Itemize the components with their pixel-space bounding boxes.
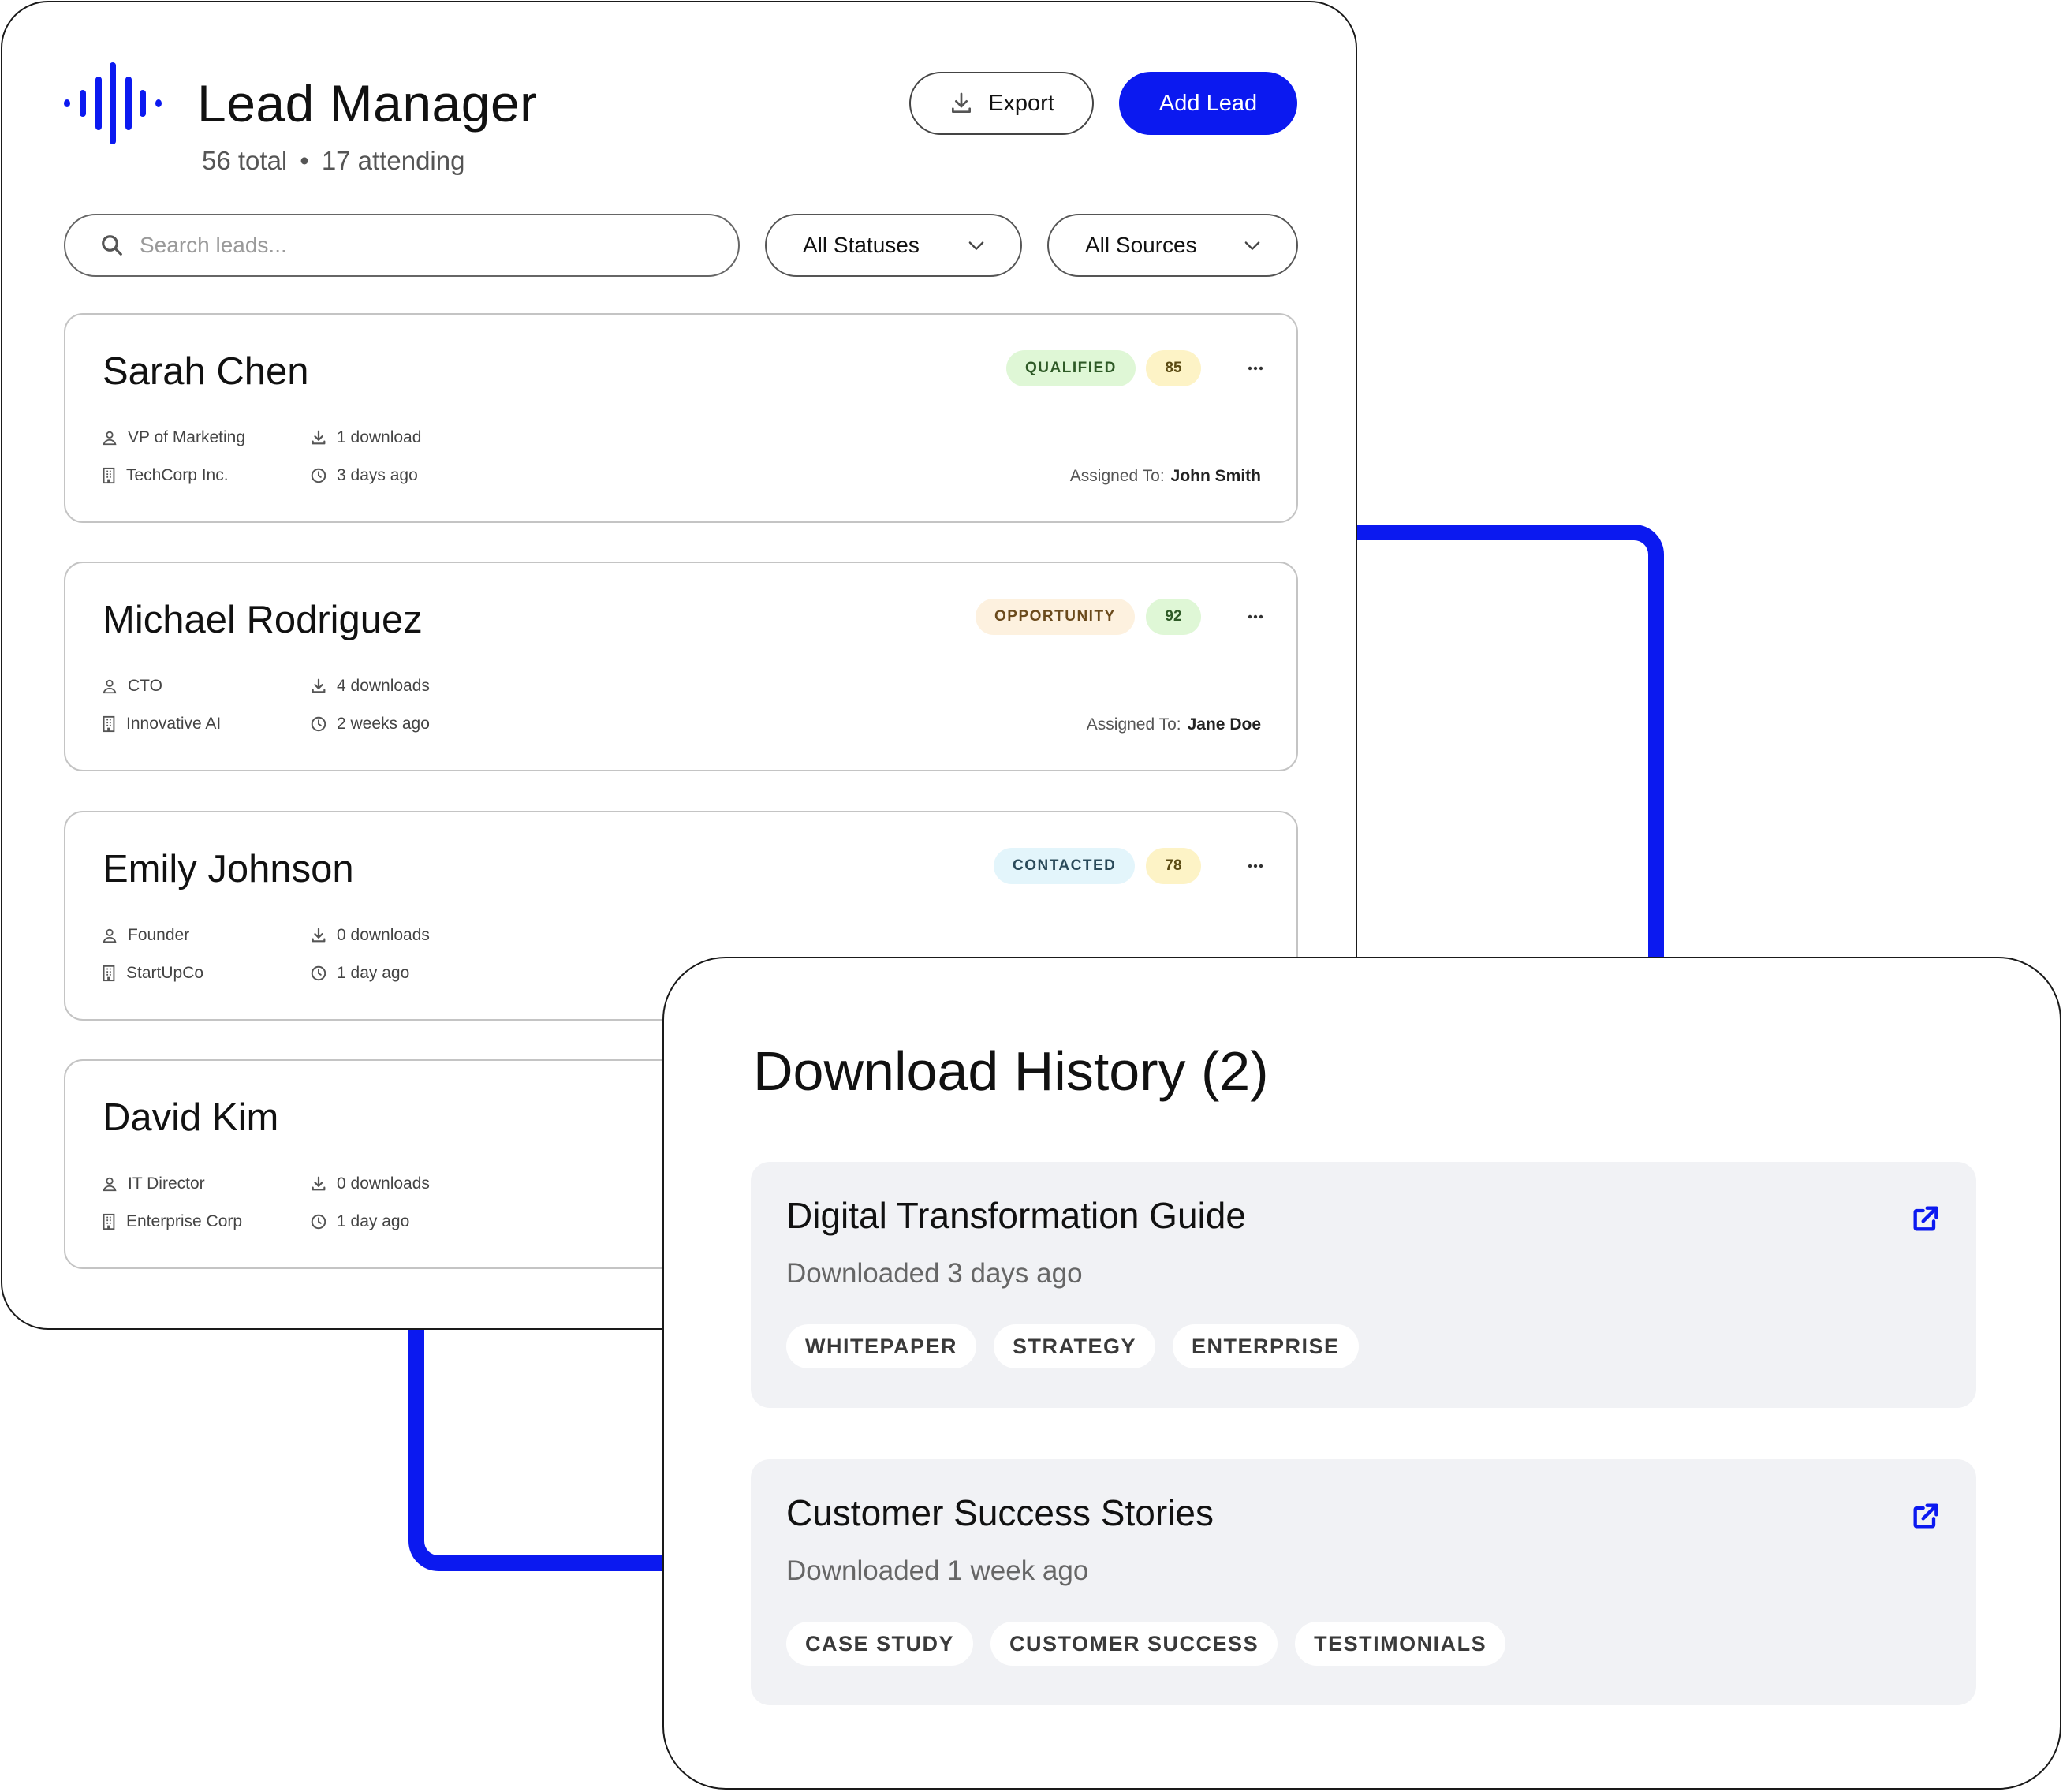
chevron-down-icon: [968, 241, 984, 250]
user-icon: [103, 431, 117, 446]
lead-company: StartUpCo: [101, 963, 203, 984]
download-icon: [312, 430, 326, 445]
separator: •: [300, 146, 309, 175]
lead-download-count: 4 downloads: [310, 676, 430, 696]
lead-name: Michael Rodriguez: [103, 599, 423, 641]
lead-card[interactable]: Sarah Chen QUALIFIED 85 VP of Marketing …: [64, 313, 1298, 523]
assigned-to: Assigned To: John Smith: [1069, 467, 1261, 485]
lead-last-activity: 1 day ago: [310, 963, 409, 984]
download-history-title: Download History (2): [753, 1040, 1269, 1102]
building-icon: [103, 467, 115, 484]
connector-line-right: [1345, 525, 1664, 1029]
lead-last-activity: 3 days ago: [310, 465, 418, 486]
lead-count-summary: 56 total • 17 attending: [202, 145, 464, 177]
tag: TESTIMONIALS: [1295, 1622, 1506, 1666]
search-input[interactable]: [138, 232, 690, 259]
clock-icon: [311, 468, 326, 483]
add-lead-button[interactable]: Add Lead: [1119, 72, 1297, 135]
lead-company: Enterprise Corp: [101, 1211, 242, 1232]
search-icon: [102, 235, 122, 256]
page-title: Lead Manager: [197, 74, 538, 133]
tag: STRATEGY: [994, 1324, 1156, 1368]
download-icon: [312, 678, 326, 693]
download-history-panel: Download History (2) Digital Transformat…: [662, 957, 2061, 1790]
lead-job-title: VP of Marketing: [101, 427, 245, 448]
external-link-icon[interactable]: [1910, 1500, 1942, 1532]
lead-last-activity: 1 day ago: [310, 1211, 409, 1232]
lead-download-count: 1 download: [310, 427, 421, 448]
download-item-name: Digital Transformation Guide: [786, 1195, 1246, 1236]
total-count: 56 total: [202, 146, 288, 175]
download-icon: [312, 1176, 326, 1191]
export-label: Export: [988, 90, 1054, 116]
user-icon: [103, 928, 117, 943]
external-link-icon[interactable]: [1910, 1203, 1942, 1234]
score-badge: 78: [1146, 848, 1201, 884]
download-icon: [952, 92, 972, 113]
lead-job-title: IT Director: [101, 1174, 205, 1194]
tag: CASE STUDY: [786, 1622, 974, 1666]
score-badge: 92: [1146, 599, 1201, 635]
download-item[interactable]: Customer Success Stories Downloaded 1 we…: [751, 1459, 1976, 1705]
tag: CUSTOMER SUCCESS: [990, 1622, 1278, 1666]
status-badge: OPPORTUNITY: [976, 599, 1135, 635]
lead-job-title: Founder: [101, 925, 189, 946]
download-icon: [312, 928, 326, 943]
status-badge: CONTACTED: [994, 848, 1136, 884]
download-item-time: Downloaded 1 week ago: [786, 1555, 1089, 1586]
lead-company: Innovative AI: [101, 714, 221, 734]
attending-count: 17 attending: [321, 146, 465, 175]
lead-download-count: 0 downloads: [310, 925, 430, 946]
lead-name: Sarah Chen: [103, 350, 309, 393]
building-icon: [103, 1213, 115, 1230]
lead-name: Emily Johnson: [103, 848, 354, 890]
download-item[interactable]: Digital Transformation Guide Downloaded …: [751, 1162, 1976, 1408]
building-icon: [103, 715, 115, 733]
search-field[interactable]: [64, 214, 740, 277]
audio-wave-icon: [62, 62, 163, 146]
clock-icon: [311, 716, 326, 732]
status-filter-dropdown[interactable]: All Statuses: [765, 214, 1022, 277]
source-filter-dropdown[interactable]: All Sources: [1047, 214, 1298, 277]
clock-icon: [311, 1214, 326, 1230]
source-filter-value: All Sources: [1085, 233, 1197, 257]
more-horizontal-icon[interactable]: [1246, 857, 1265, 875]
lead-card[interactable]: Michael Rodriguez OPPORTUNITY 92 CTO Inn…: [64, 562, 1298, 771]
download-item-name: Customer Success Stories: [786, 1492, 1214, 1533]
more-horizontal-icon[interactable]: [1246, 607, 1265, 626]
download-item-tags: WHITEPAPER STRATEGY ENTERPRISE: [786, 1324, 1359, 1368]
tag: ENTERPRISE: [1173, 1324, 1359, 1368]
lead-last-activity: 2 weeks ago: [310, 714, 430, 734]
user-icon: [103, 679, 117, 694]
chevron-down-icon: [1244, 241, 1260, 250]
status-filter-value: All Statuses: [803, 233, 920, 257]
score-badge: 85: [1146, 350, 1201, 386]
more-horizontal-icon[interactable]: [1246, 359, 1265, 378]
lead-job-title: CTO: [101, 676, 162, 696]
lead-name: David Kim: [103, 1096, 279, 1139]
status-badge: QUALIFIED: [1006, 350, 1136, 386]
lead-company: TechCorp Inc.: [101, 465, 229, 486]
building-icon: [103, 965, 115, 982]
lead-download-count: 0 downloads: [310, 1174, 430, 1194]
export-button[interactable]: Export: [909, 72, 1094, 135]
download-item-tags: CASE STUDY CUSTOMER SUCCESS TESTIMONIALS: [786, 1622, 1506, 1666]
clock-icon: [311, 965, 326, 981]
tag: WHITEPAPER: [786, 1324, 977, 1368]
assigned-to: Assigned To: Jane Doe: [1086, 715, 1261, 734]
download-item-time: Downloaded 3 days ago: [786, 1258, 1083, 1289]
user-icon: [103, 1177, 117, 1192]
